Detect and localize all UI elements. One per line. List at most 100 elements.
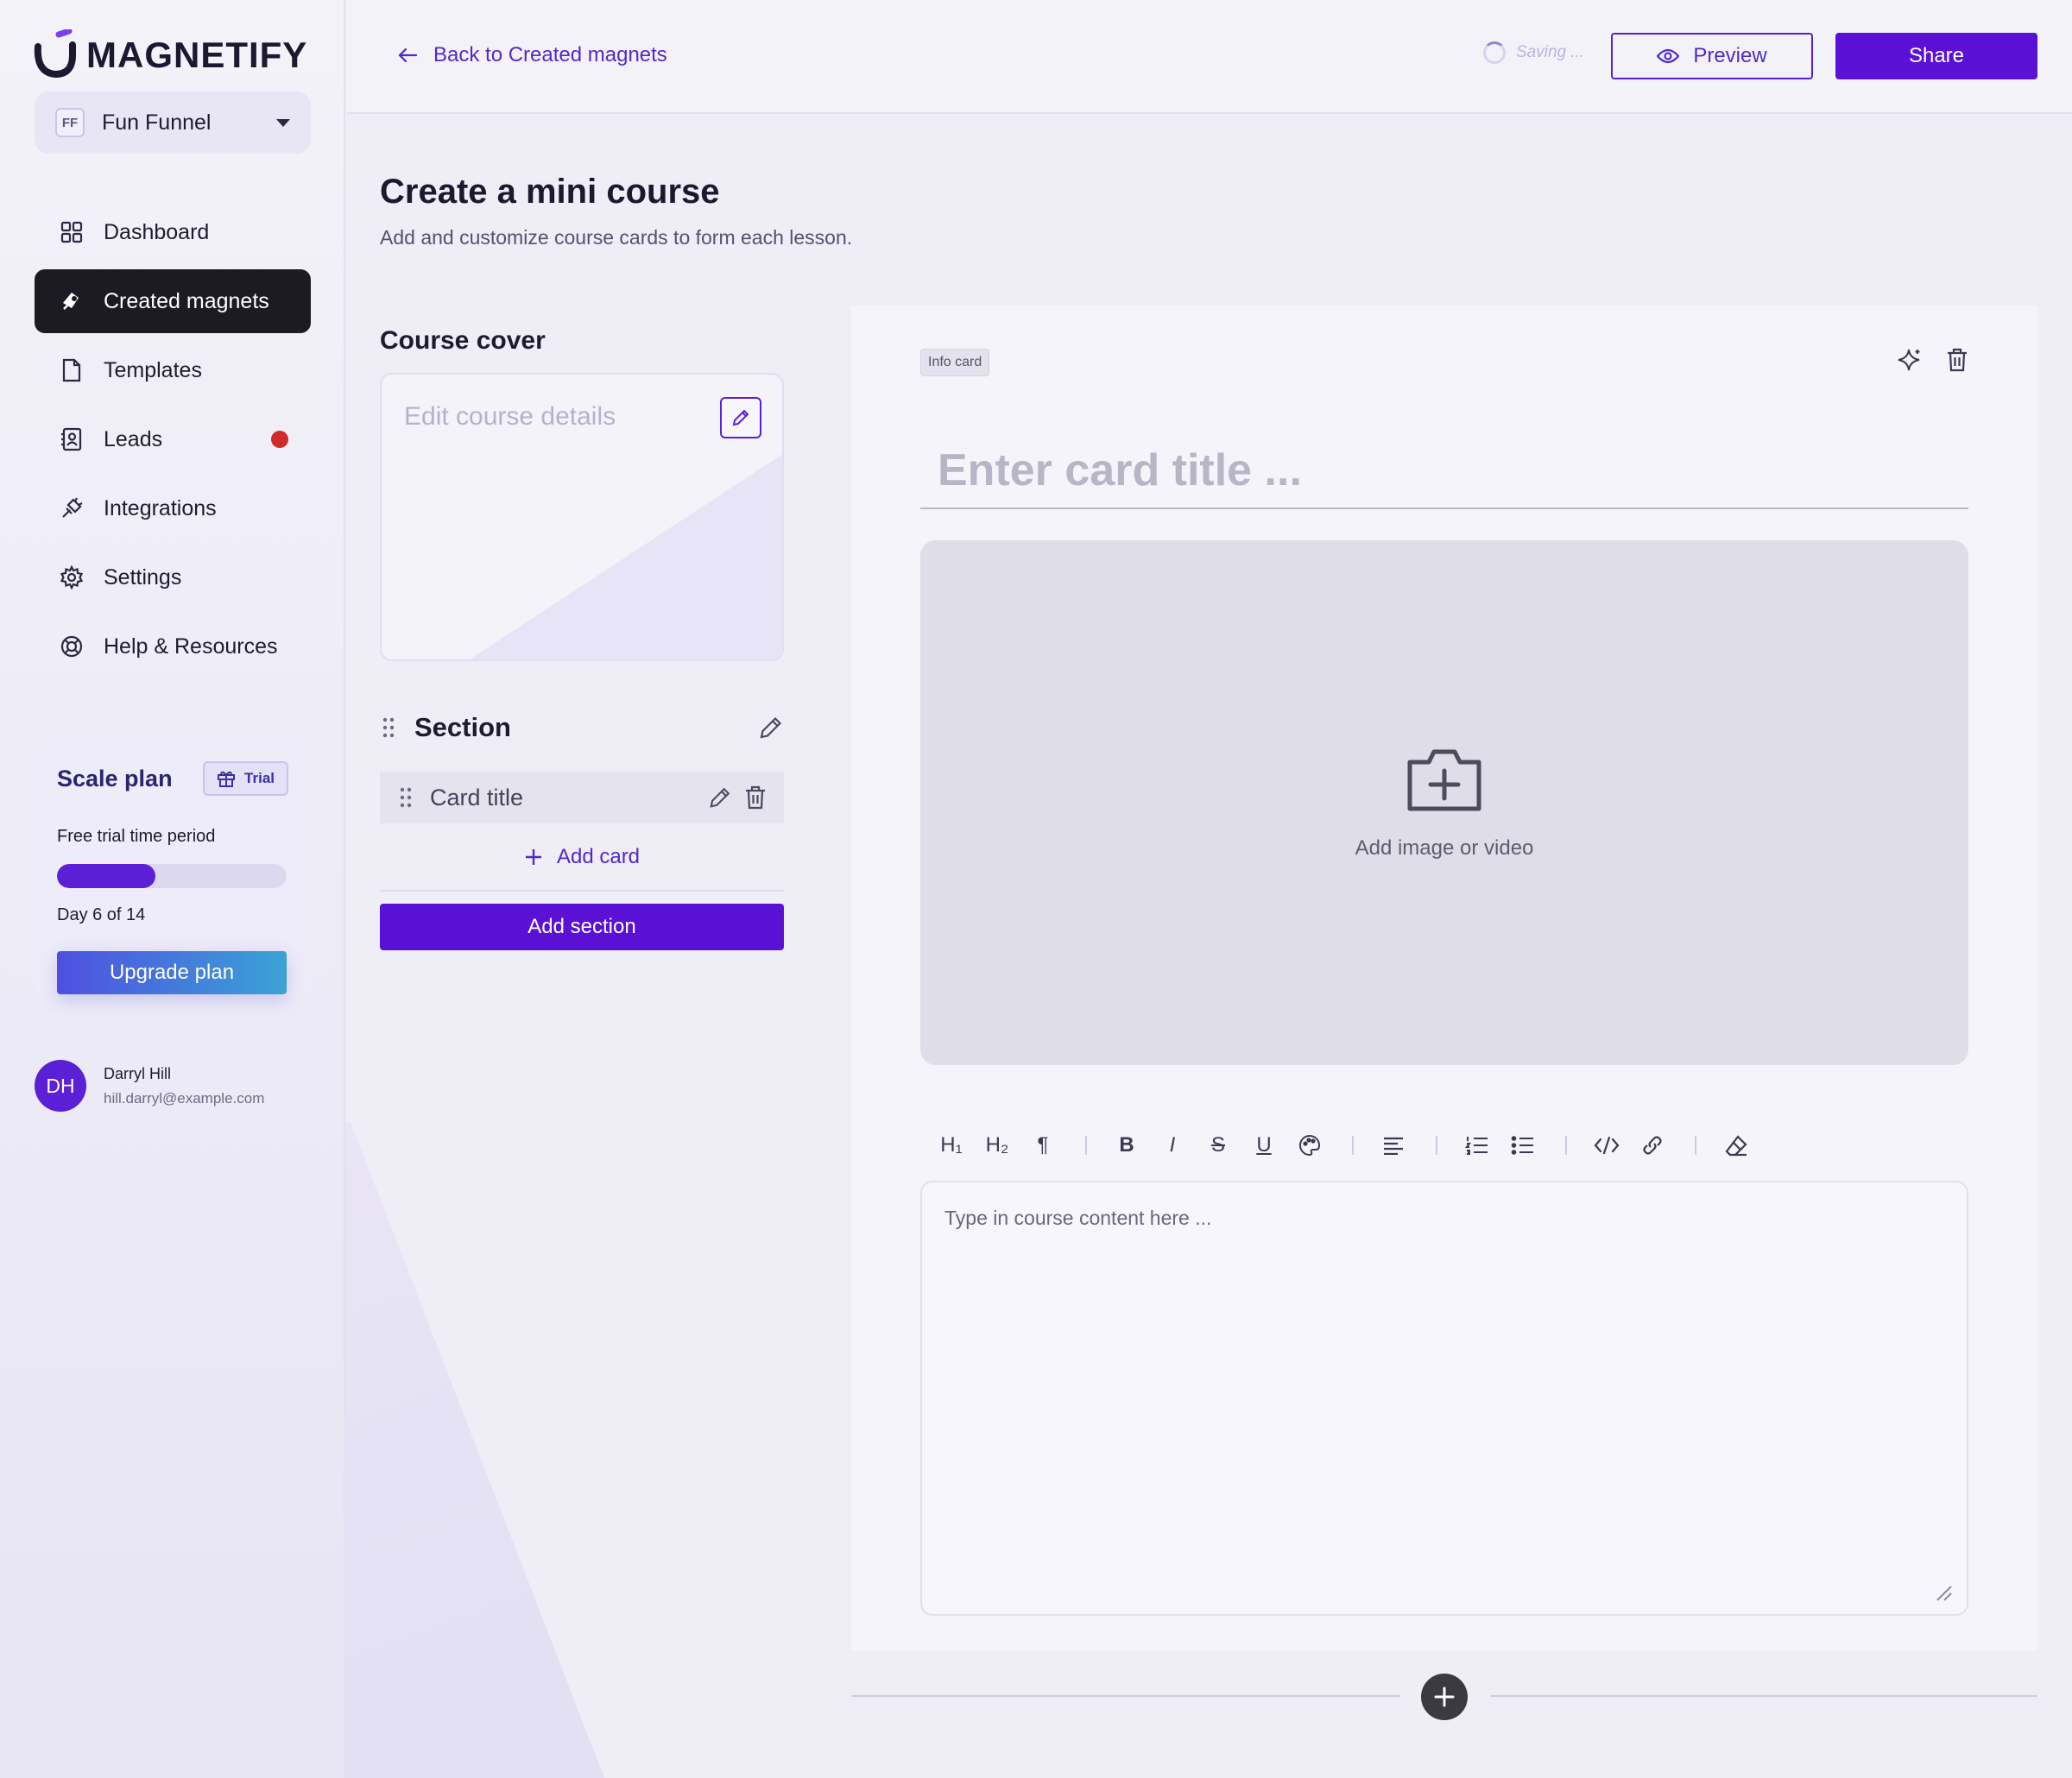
user-name: Darryl Hill	[104, 1064, 171, 1082]
gear-icon	[59, 564, 85, 590]
user-email: hill.darryl@example.com	[104, 1089, 265, 1107]
sidebar-nav: Dashboard Created magnets Templates Lead…	[35, 200, 311, 684]
magnet-icon	[59, 288, 85, 314]
clear-format-button[interactable]	[1719, 1128, 1753, 1163]
card-title-input[interactable]	[920, 433, 1968, 508]
contact-book-icon	[59, 426, 85, 452]
link-icon	[1643, 1136, 1662, 1155]
avatar: DH	[35, 1060, 86, 1112]
edit-card-button[interactable]	[708, 785, 732, 810]
workspace-selector[interactable]: FF Fun Funnel	[35, 91, 311, 154]
add-card-circle-button[interactable]	[1421, 1674, 1468, 1720]
drag-handle-icon[interactable]	[380, 716, 397, 739]
add-section-button[interactable]: Add section	[380, 904, 784, 950]
pencil-icon	[710, 787, 730, 808]
sidebar-item-created-magnets[interactable]: Created magnets	[35, 269, 311, 333]
content-editor	[920, 1181, 1968, 1616]
page-subtitle: Add and customize course cards to form e…	[380, 226, 853, 249]
trial-progress-bar	[57, 864, 287, 888]
brand-logo[interactable]: MAGNETIFY	[33, 29, 307, 81]
page-title: Create a mini course	[380, 173, 720, 211]
card-item[interactable]: Card title	[380, 772, 784, 823]
section-label: Section	[414, 712, 511, 742]
add-card-button[interactable]: Add card	[380, 835, 784, 879]
share-button[interactable]: Share	[1835, 33, 2037, 79]
course-cover-card[interactable]: Edit course details	[380, 373, 784, 661]
code-button[interactable]	[1589, 1128, 1624, 1163]
add-card-label: Add card	[556, 845, 641, 868]
preview-button[interactable]: Preview	[1611, 33, 1813, 79]
card-title: Card title	[430, 784, 524, 810]
trial-badge: Trial	[203, 761, 288, 796]
toolbar-separator	[1436, 1136, 1437, 1155]
divider	[380, 890, 784, 892]
media-upload-area[interactable]: Add image or video	[920, 540, 1968, 1065]
sidebar-item-settings[interactable]: Settings	[35, 545, 311, 609]
grid-icon	[59, 219, 85, 245]
top-bar: Back to Created magnets Saving ... Previ…	[347, 0, 2072, 114]
workspace-name: Fun Funnel	[102, 110, 212, 135]
plus-icon	[1434, 1687, 1455, 1707]
section-header[interactable]: Section	[380, 704, 784, 751]
media-upload-label: Add image or video	[1355, 836, 1534, 860]
divider	[851, 1695, 1400, 1697]
notification-dot	[271, 431, 288, 448]
spinner-icon	[1483, 41, 1506, 64]
upgrade-plan-button[interactable]: Upgrade plan	[57, 951, 287, 994]
drag-handle-icon[interactable]	[397, 786, 414, 809]
sidebar-item-label: Created magnets	[104, 288, 269, 313]
pencil-icon[interactable]	[758, 715, 784, 741]
lifebuoy-icon	[59, 634, 85, 659]
sidebar-item-label: Leads	[104, 426, 163, 451]
workspace-initials: FF	[55, 108, 85, 137]
bold-button[interactable]: B	[1109, 1128, 1144, 1163]
trash-icon[interactable]	[1946, 347, 1968, 373]
strikethrough-button[interactable]: S	[1201, 1128, 1235, 1163]
resize-handle-icon[interactable]	[1934, 1583, 1953, 1602]
rich-text-toolbar: H₁ H₂ ¶ B I S U	[920, 1125, 1968, 1165]
trial-badge-label: Trial	[244, 770, 275, 786]
toolbar-separator	[1565, 1136, 1567, 1155]
user-profile[interactable]: DH Darryl Hill hill.darryl@example.com	[35, 1060, 264, 1112]
paragraph-button[interactable]: ¶	[1026, 1128, 1060, 1163]
sidebar: MAGNETIFY FF Fun Funnel Dashboard Create…	[0, 0, 345, 1778]
heading-2-button[interactable]: H₂	[980, 1128, 1014, 1163]
sidebar-item-dashboard[interactable]: Dashboard	[35, 200, 311, 264]
sparkle-icon[interactable]	[1896, 347, 1922, 373]
document-icon	[59, 357, 85, 383]
chevron-down-icon	[276, 118, 290, 127]
delete-card-button[interactable]	[744, 785, 767, 810]
card-type-badge: Info card	[920, 349, 990, 376]
code-icon	[1594, 1136, 1620, 1155]
ordered-list-button[interactable]	[1460, 1128, 1494, 1163]
plus-icon	[525, 849, 541, 865]
sidebar-item-label: Settings	[104, 564, 182, 590]
underline-button[interactable]: U	[1247, 1128, 1281, 1163]
edit-cover-button[interactable]	[720, 397, 761, 438]
ordered-list-icon	[1465, 1137, 1488, 1155]
color-palette-button[interactable]	[1292, 1128, 1327, 1163]
eraser-icon	[1725, 1135, 1747, 1157]
italic-button[interactable]: I	[1155, 1128, 1190, 1163]
sidebar-item-label: Dashboard	[104, 219, 210, 244]
bullet-list-icon	[1511, 1136, 1533, 1155]
back-link[interactable]: Back to Created magnets	[397, 38, 667, 73]
saving-text: Saving ...	[1516, 43, 1585, 61]
bullet-list-button[interactable]	[1506, 1128, 1540, 1163]
palette-icon	[1299, 1134, 1321, 1157]
sidebar-item-label: Integrations	[104, 495, 217, 520]
back-link-label: Back to Created magnets	[433, 43, 667, 66]
sidebar-item-help[interactable]: Help & Resources	[35, 615, 311, 678]
pencil-icon	[732, 409, 749, 426]
brand-name: MAGNETIFY	[86, 35, 308, 75]
heading-1-button[interactable]: H₁	[934, 1128, 969, 1163]
sidebar-item-leads[interactable]: Leads	[35, 407, 311, 471]
gift-icon	[218, 771, 236, 787]
preview-button-label: Preview	[1693, 44, 1767, 67]
sidebar-item-templates[interactable]: Templates	[35, 338, 311, 402]
align-button[interactable]	[1376, 1128, 1411, 1163]
toolbar-separator	[1085, 1136, 1087, 1155]
course-content-input[interactable]	[922, 1182, 1967, 1614]
link-button[interactable]	[1635, 1128, 1670, 1163]
sidebar-item-integrations[interactable]: Integrations	[35, 476, 311, 540]
